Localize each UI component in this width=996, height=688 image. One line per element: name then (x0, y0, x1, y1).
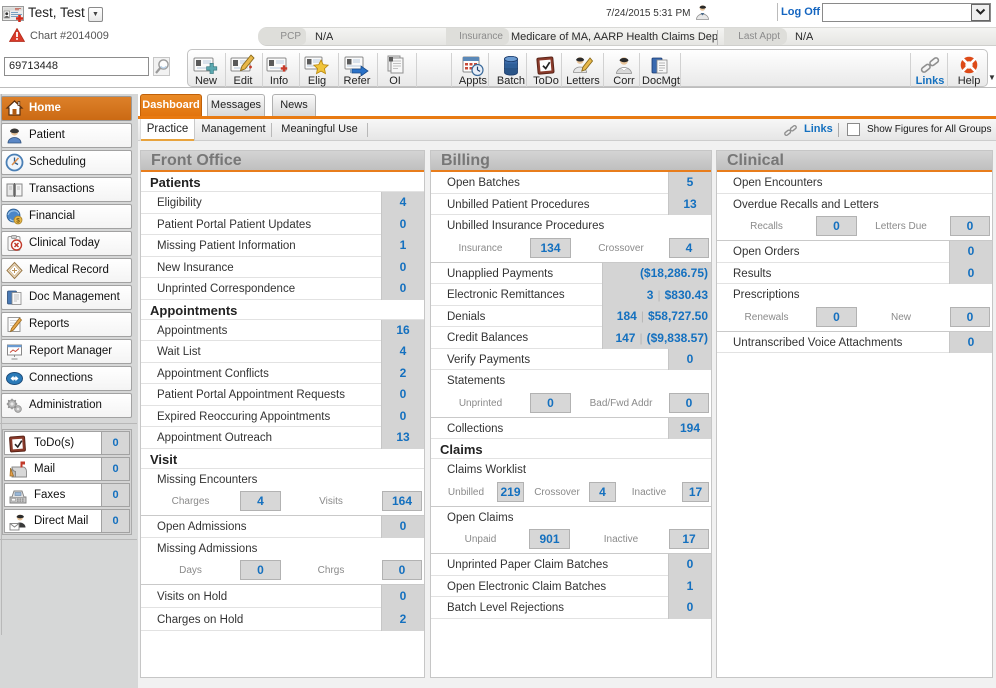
svg-text:$: $ (16, 218, 20, 225)
